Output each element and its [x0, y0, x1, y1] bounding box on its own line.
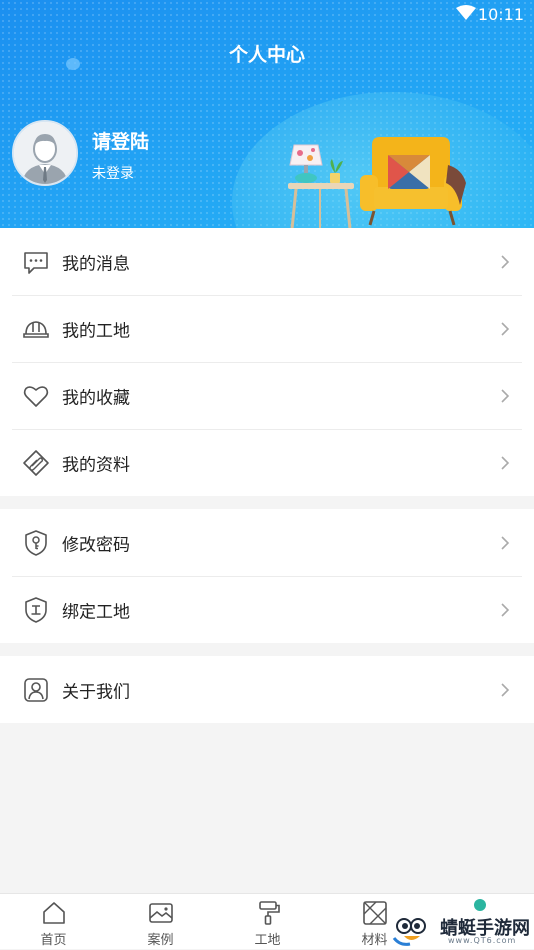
menu-item-my-site[interactable]: 我的工地 — [0, 295, 534, 362]
profile-header: 10:11 个人中心 请登陆 未登录 — [0, 0, 534, 228]
image-icon — [148, 903, 173, 923]
menu-item-favorites[interactable]: 我的收藏 — [0, 362, 534, 429]
watermark-url: www.QT6.com — [448, 936, 517, 945]
menu-item-label: 修改密码 — [62, 535, 130, 555]
menu-item-label: 我的消息 — [62, 254, 130, 274]
page-title: 个人中心 — [228, 44, 305, 66]
status-time: 10:11 — [477, 5, 524, 24]
menu-item-label: 我的工地 — [62, 321, 130, 341]
sofa-illustration — [288, 137, 466, 228]
menu-item-about-us[interactable]: 关于我们 — [0, 656, 534, 723]
shield-site-icon — [25, 596, 47, 623]
tab-home[interactable]: 首页 — [0, 894, 107, 950]
home-icon — [42, 902, 65, 924]
chevron-right-icon — [501, 682, 510, 697]
chevron-right-icon — [501, 388, 510, 403]
material-icon — [362, 901, 387, 925]
watermark-dot — [474, 899, 486, 911]
login-status: 未登录 — [92, 166, 134, 182]
menu-item-change-password[interactable]: 修改密码 — [0, 509, 534, 576]
menu-section-1: 我的消息 我的工地 我的收藏 我的资料 — [0, 228, 534, 496]
menu-item-label: 我的收藏 — [62, 388, 130, 408]
chevron-right-icon — [501, 254, 510, 269]
chevron-right-icon — [501, 602, 510, 617]
tab-cases[interactable]: 案例 — [107, 894, 214, 950]
user-icon — [24, 677, 48, 702]
login-title[interactable]: 请登陆 — [92, 127, 149, 154]
chevron-right-icon — [501, 321, 510, 336]
menu-item-profile-info[interactable]: 我的资料 — [0, 429, 534, 496]
default-avatar-icon — [14, 122, 76, 184]
menu-section-2: 修改密码 绑定工地 — [0, 509, 534, 643]
menu-section-3: 关于我们 — [0, 656, 534, 723]
tab-label: 工地 — [254, 933, 281, 948]
menu-item-label: 我的资料 — [62, 455, 130, 475]
menu-item-label: 绑定工地 — [62, 602, 130, 622]
helmet-icon — [23, 320, 49, 338]
tab-label: 首页 — [40, 933, 67, 948]
dragonfly-logo-icon — [392, 915, 430, 946]
paint-roller-icon — [258, 901, 280, 925]
heart-icon — [23, 385, 49, 407]
avatar[interactable] — [12, 120, 78, 186]
menu-item-label: 关于我们 — [62, 682, 130, 702]
menu-item-messages[interactable]: 我的消息 — [0, 228, 534, 295]
chevron-right-icon — [501, 455, 510, 470]
menu-item-bind-site[interactable]: 绑定工地 — [0, 576, 534, 643]
message-icon — [24, 251, 48, 274]
wifi-icon — [456, 5, 476, 20]
tab-label: 案例 — [147, 933, 174, 948]
paperclip-icon — [23, 449, 49, 476]
shield-key-icon — [25, 529, 47, 556]
tab-site[interactable]: 工地 — [214, 894, 321, 950]
chevron-right-icon — [501, 535, 510, 550]
watermark: 蜻蜓手游网 www.QT6.com — [390, 900, 534, 949]
